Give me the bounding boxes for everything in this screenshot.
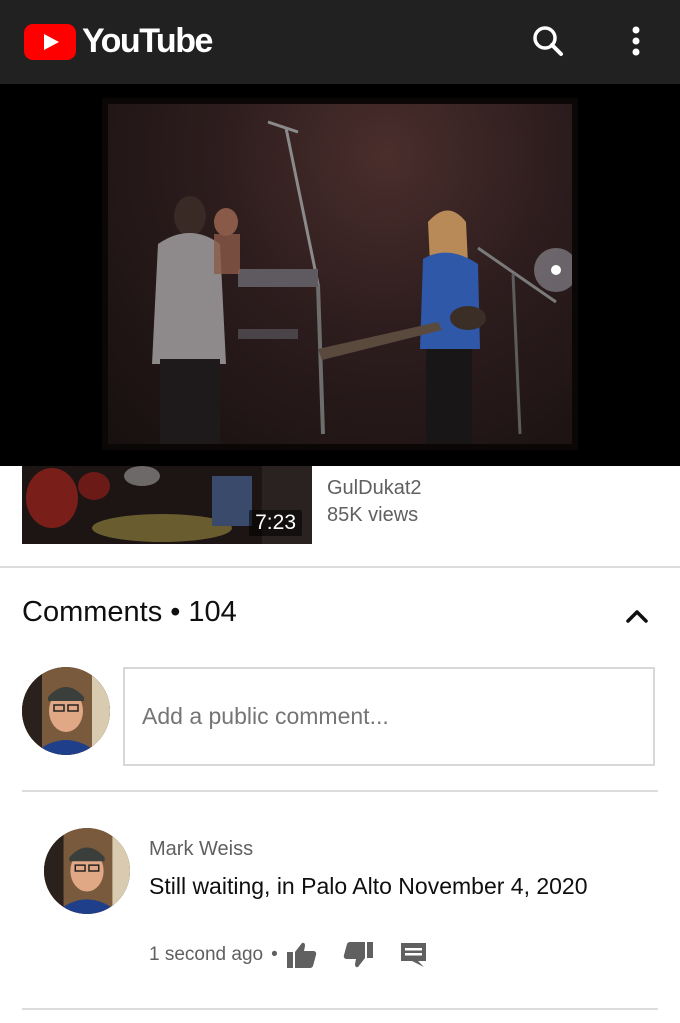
comments-title: Comments <box>22 596 163 628</box>
chevron-up-icon <box>626 610 648 623</box>
comment-actions: 1 second ago • <box>149 940 430 970</box>
video-duration: 7:23 <box>249 510 302 536</box>
youtube-logo[interactable]: YouTube <box>24 22 213 61</box>
search-button[interactable] <box>526 20 570 64</box>
title-separator: • <box>170 596 181 628</box>
video-thumbnail[interactable]: 7:23 <box>22 466 312 544</box>
channel-name[interactable]: GulDukat2 <box>327 477 422 500</box>
app-name: YouTube <box>82 22 213 60</box>
section-divider <box>0 566 680 568</box>
comment-input[interactable] <box>125 669 653 764</box>
comment-timestamp: 1 second ago <box>149 944 264 965</box>
comment-author-avatar-image <box>44 828 130 914</box>
youtube-play-icon <box>24 23 76 60</box>
user-avatar-image <box>22 667 110 755</box>
comment-divider <box>22 1008 658 1010</box>
search-icon <box>533 26 563 56</box>
concert-scene <box>152 120 572 444</box>
user-avatar[interactable] <box>22 667 110 755</box>
video-content <box>108 104 572 444</box>
app-header: YouTube <box>0 0 680 84</box>
related-video[interactable]: 7:23 GulDukat2 85K views <box>0 466 680 566</box>
collapse-comments-button[interactable] <box>620 600 654 630</box>
view-count: 85K views <box>327 504 419 526</box>
comment-text: Still waiting, in Palo Alto November 4, … <box>149 873 588 899</box>
comments-header: Comments • 104 <box>22 596 237 629</box>
comment-author-avatar[interactable] <box>44 828 130 914</box>
like-button[interactable] <box>286 940 318 970</box>
thumbs-up-icon <box>286 942 316 968</box>
comments-divider <box>22 790 658 792</box>
reply-button[interactable] <box>398 940 430 970</box>
comment-author[interactable]: Mark Weiss <box>149 838 253 861</box>
video-frame <box>102 98 578 450</box>
meta-separator: • <box>271 944 278 965</box>
comments-count: 104 <box>188 596 237 628</box>
video-player[interactable] <box>0 84 680 466</box>
more-vert-icon <box>632 26 640 56</box>
more-options-button[interactable] <box>614 20 658 64</box>
thumbs-down-icon <box>343 942 373 968</box>
reply-comment-icon <box>400 943 426 967</box>
dislike-button[interactable] <box>342 940 374 970</box>
add-comment-field[interactable] <box>123 667 655 766</box>
